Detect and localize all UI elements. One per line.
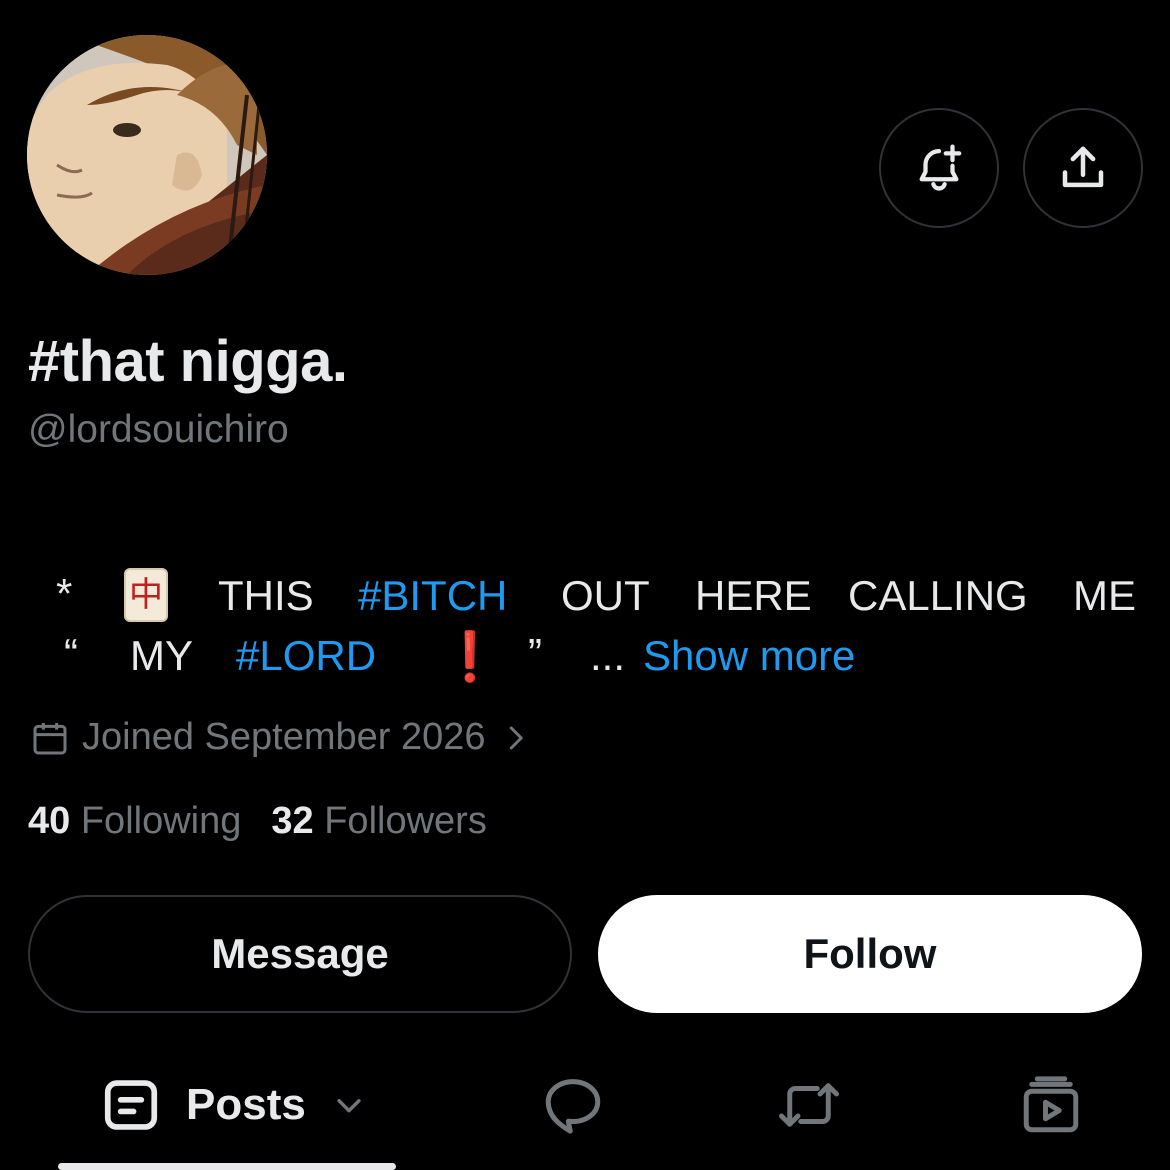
share-button[interactable] [1023, 108, 1143, 228]
show-more-link[interactable]: Show more [643, 632, 855, 680]
mahjong-tile-emoji: 中 [124, 568, 168, 622]
display-name: #that nigga. [28, 329, 348, 394]
replies-icon [545, 1079, 601, 1134]
tab-posts-label: Posts [186, 1080, 306, 1129]
joined-date-row[interactable]: Joined September 2026 [30, 716, 530, 759]
follow-stats: 40 Following 32 Followers [28, 800, 487, 843]
bio-word: MY [130, 632, 193, 679]
tab-posts[interactable]: Posts [100, 1060, 366, 1150]
bio-word: ME [1073, 572, 1136, 619]
follow-button[interactable]: Follow [598, 895, 1142, 1013]
bio-word: THIS [218, 572, 314, 619]
followers-count: 32 [271, 800, 314, 842]
profile-avatar[interactable] [27, 35, 267, 275]
tab-media[interactable] [1018, 1060, 1084, 1150]
chevron-right-icon [509, 726, 523, 749]
active-tab-indicator [58, 1163, 396, 1170]
bio-word: CALLING [848, 572, 1028, 619]
bio-open-quote: “ [64, 630, 78, 677]
followers-stat[interactable]: 32 Followers [271, 800, 486, 843]
profile-tabs: Posts [0, 1060, 1170, 1170]
following-label: Following [80, 800, 242, 842]
followers-label: Followers [324, 800, 487, 842]
following-stat[interactable]: 40 Following [28, 800, 241, 843]
notifications-button[interactable] [879, 108, 999, 228]
following-count: 40 [28, 800, 71, 842]
bell-plus-icon [919, 144, 962, 191]
posts-icon [104, 1080, 158, 1130]
share-icon [1062, 146, 1104, 188]
hashtag-link[interactable]: #BITCH [358, 572, 507, 620]
bio-word: HERE [695, 572, 812, 619]
exclamation-emoji: ❗ [440, 631, 500, 684]
media-icon [1023, 1076, 1079, 1133]
hashtag-link[interactable]: #LORD [236, 632, 376, 680]
bio-asterisk: * [56, 570, 73, 617]
avatar-illustration [27, 35, 267, 275]
chevron-down-icon[interactable] [332, 1088, 366, 1122]
joined-date: Joined September 2026 [82, 716, 486, 758]
bio-word: OUT [561, 572, 650, 619]
tab-reposts[interactable] [776, 1060, 842, 1150]
message-button[interactable]: Message [28, 895, 572, 1013]
bio-close-quote: ” [528, 630, 542, 677]
bio-ellipsis: ... [590, 632, 626, 679]
calendar-icon [33, 722, 67, 754]
tab-replies[interactable] [540, 1060, 606, 1150]
user-handle: @lordsouichiro [28, 408, 289, 451]
reposts-icon [779, 1083, 839, 1127]
